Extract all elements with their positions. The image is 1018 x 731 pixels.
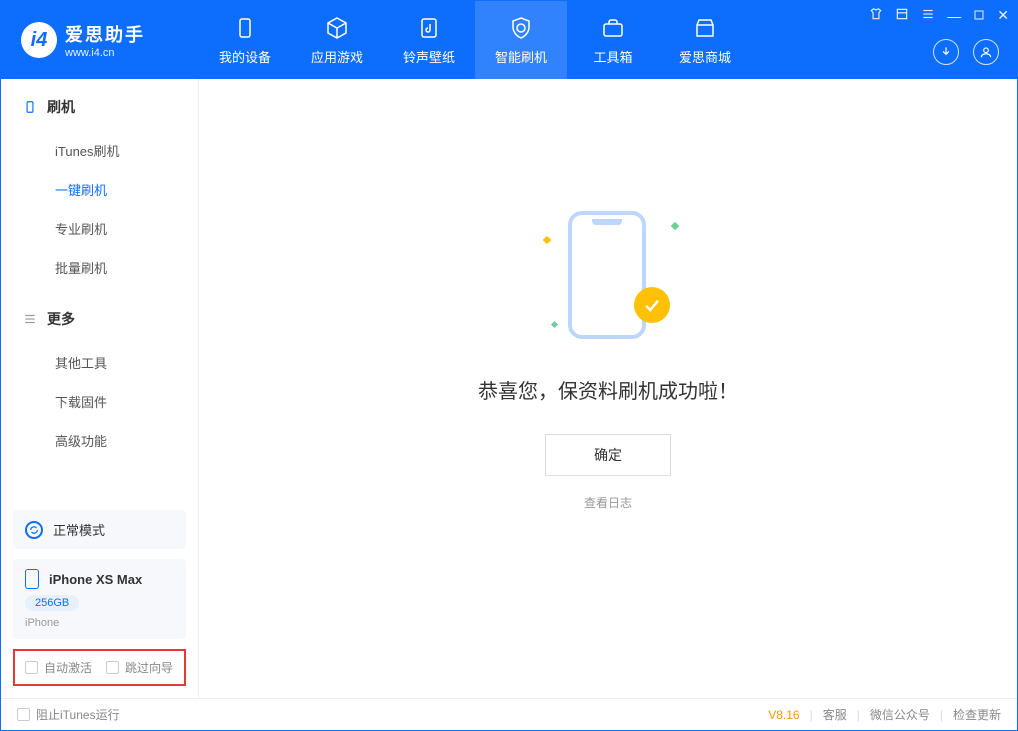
sidebar: 刷机 iTunes刷机 一键刷机 专业刷机 批量刷机 更多 其他工具 下载固件 …	[1, 79, 199, 698]
checkbox-label: 阻止iTunes运行	[36, 706, 120, 723]
footer-link-update[interactable]: 检查更新	[953, 706, 1001, 723]
separator: |	[810, 708, 813, 722]
sidebar-item-itunes-flash[interactable]: iTunes刷机	[23, 131, 176, 170]
checkbox-icon	[17, 708, 30, 721]
success-message: 恭喜您，保资料刷机成功啦！	[478, 375, 738, 404]
shirt-icon[interactable]	[869, 7, 883, 24]
tab-label: 工具箱	[593, 47, 632, 66]
sidebar-item-advanced[interactable]: 高级功能	[23, 421, 176, 460]
list-icon	[23, 312, 37, 326]
download-button[interactable]	[933, 39, 959, 65]
separator: |	[857, 708, 860, 722]
minimize-button[interactable]: —	[947, 8, 961, 24]
nav-tabs: 我的设备 应用游戏 铃声壁纸 智能刷机 工具箱 爱思商城	[199, 1, 751, 79]
user-button[interactable]	[973, 39, 999, 65]
sidebar-item-oneclick-flash[interactable]: 一键刷机	[23, 170, 176, 209]
success-check-icon	[634, 287, 670, 323]
sparkle-icon	[543, 235, 551, 243]
logo-area: i4 爱思助手 www.i4.cn	[1, 21, 199, 59]
phone-outline-icon	[568, 211, 646, 339]
tab-toolbox[interactable]: 工具箱	[567, 1, 659, 79]
main-content: 恭喜您，保资料刷机成功啦！ 确定 查看日志	[199, 79, 1017, 698]
sidebar-heading-label: 刷机	[47, 97, 75, 117]
header: i4 爱思助手 www.i4.cn 我的设备 应用游戏 铃声壁纸 智能刷机 工具…	[1, 1, 1017, 79]
checkbox-icon	[25, 661, 38, 674]
tab-store[interactable]: 爱思商城	[659, 1, 751, 79]
device-name: iPhone XS Max	[49, 572, 142, 587]
device-mode-label: 正常模式	[53, 520, 105, 539]
checkbox-label: 跳过向导	[125, 659, 173, 676]
window-controls: — ✕	[869, 7, 1009, 24]
sidebar-item-pro-flash[interactable]: 专业刷机	[23, 209, 176, 248]
tab-my-device[interactable]: 我的设备	[199, 1, 291, 79]
phone-icon	[25, 569, 39, 589]
footer: 阻止iTunes运行 V8.16 | 客服 | 微信公众号 | 检查更新	[1, 698, 1017, 730]
device-type: iPhone	[25, 617, 59, 629]
sparkle-icon	[671, 221, 679, 229]
sidebar-heading-flash: 刷机	[23, 97, 176, 117]
checkbox-label: 自动激活	[44, 659, 92, 676]
success-illustration	[538, 207, 678, 347]
close-button[interactable]: ✕	[997, 7, 1009, 24]
device-mode-card[interactable]: 正常模式	[13, 510, 186, 549]
sparkle-icon	[551, 320, 558, 327]
tab-flash[interactable]: 智能刷机	[475, 1, 567, 79]
tab-label: 铃声壁纸	[403, 47, 455, 66]
tab-label: 我的设备	[219, 47, 271, 66]
cube-icon	[324, 15, 350, 41]
device-icon	[232, 15, 258, 41]
store-icon	[692, 15, 718, 41]
checkbox-icon	[106, 661, 119, 674]
tab-label: 智能刷机	[495, 47, 547, 66]
phone-icon	[23, 100, 37, 114]
logo-icon: i4	[21, 22, 57, 58]
sidebar-item-download-firmware[interactable]: 下载固件	[23, 382, 176, 421]
sidebar-item-other-tools[interactable]: 其他工具	[23, 343, 176, 382]
footer-link-wechat[interactable]: 微信公众号	[870, 706, 930, 723]
device-storage-badge: 256GB	[25, 595, 79, 611]
view-log-link[interactable]: 查看日志	[584, 494, 632, 511]
maximize-button[interactable]	[973, 8, 985, 24]
refresh-icon	[25, 521, 43, 539]
sidebar-heading-label: 更多	[47, 309, 75, 329]
checkbox-block-itunes[interactable]: 阻止iTunes运行	[17, 706, 120, 723]
highlighted-checkbox-row: 自动激活 跳过向导	[13, 649, 186, 686]
version-label: V8.16	[768, 708, 799, 722]
footer-link-support[interactable]: 客服	[823, 706, 847, 723]
checkbox-auto-activate[interactable]: 自动激活	[25, 659, 92, 676]
checkbox-skip-guide[interactable]: 跳过向导	[106, 659, 173, 676]
app-url: www.i4.cn	[65, 47, 145, 59]
device-info-card[interactable]: iPhone XS Max 256GB iPhone	[13, 559, 186, 639]
menu-icon[interactable]	[921, 7, 935, 24]
sidebar-item-batch-flash[interactable]: 批量刷机	[23, 248, 176, 287]
sidebar-heading-more: 更多	[23, 309, 176, 329]
tab-label: 爱思商城	[679, 47, 731, 66]
tab-label: 应用游戏	[311, 47, 363, 66]
list-icon[interactable]	[895, 7, 909, 24]
separator: |	[940, 708, 943, 722]
app-title: 爱思助手	[65, 21, 145, 47]
header-actions	[933, 39, 999, 65]
refresh-shield-icon	[508, 15, 534, 41]
tab-ringtone[interactable]: 铃声壁纸	[383, 1, 475, 79]
music-icon	[416, 15, 442, 41]
toolbox-icon	[600, 15, 626, 41]
ok-button[interactable]: 确定	[545, 434, 671, 476]
tab-apps[interactable]: 应用游戏	[291, 1, 383, 79]
